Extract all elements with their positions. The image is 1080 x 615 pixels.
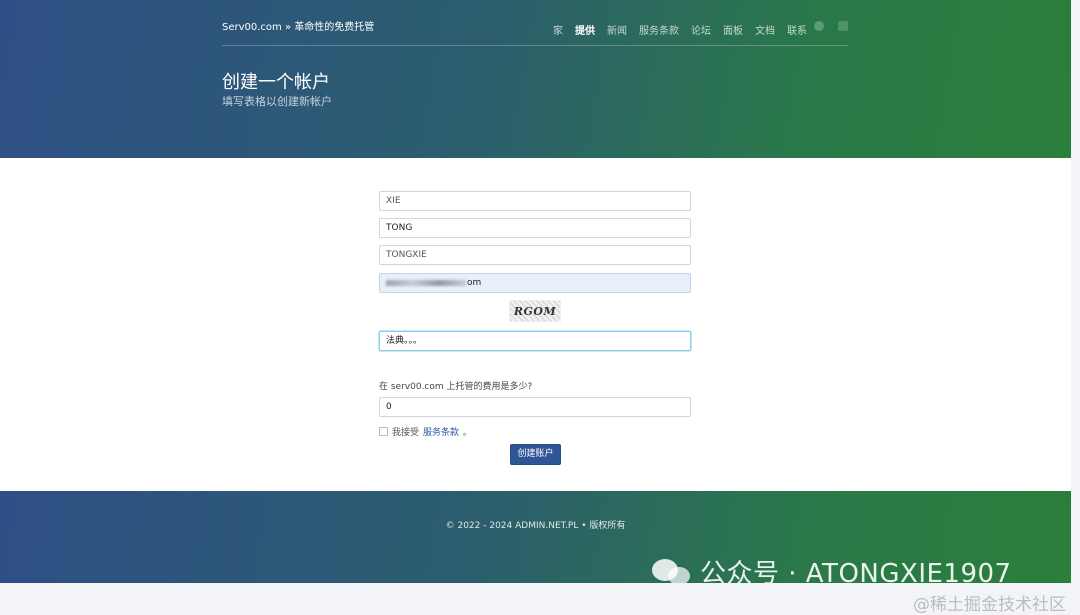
terms-checkbox[interactable] — [379, 427, 388, 436]
nav-item-terms[interactable]: 服务条款 — [639, 22, 679, 37]
last-name-field[interactable]: TONG — [379, 218, 691, 238]
site-brand[interactable]: Serv00.com » 革命性的免费托管 — [222, 18, 374, 33]
security-answer-field[interactable]: 0 — [379, 397, 691, 417]
create-account-button[interactable]: 创建账户 — [510, 444, 561, 465]
nav-item-home[interactable]: 家 — [553, 22, 563, 37]
page-subtitle: 填写表格以创建新帐户 — [222, 95, 332, 108]
facebook-icon[interactable] — [814, 21, 824, 31]
email-suffix: om — [467, 278, 482, 288]
terms-prefix: 我接受 — [392, 428, 420, 438]
captcha-image: RGOM — [509, 300, 561, 322]
wechat-icon — [652, 557, 692, 583]
page-title: 创建一个帐户 — [222, 72, 330, 93]
nav-item-contact[interactable]: 联系 — [787, 22, 807, 37]
header-divider — [222, 45, 848, 46]
terms-suffix: 。 — [463, 428, 473, 438]
username-field[interactable]: TONGXIE — [379, 245, 691, 265]
footer-copyright: © 2022 - 2024 ADMIN.NET.PL • 版权所有 — [445, 521, 626, 531]
redacted-email — [386, 279, 466, 286]
main-nav: 家 提供 新闻 服务条款 论坛 面板 文档 联系 — [553, 22, 819, 37]
juejin-watermark: @稀土掘金技术社区 — [913, 595, 1066, 615]
captcha-input[interactable]: 法典。。。 — [379, 331, 691, 351]
page: Serv00.com » 革命性的免费托管 家 提供 新闻 服务条款 论坛 面板… — [0, 0, 1071, 583]
nav-item-docs[interactable]: 文档 — [755, 22, 775, 37]
wechat-watermark-text: 公众号 · ATONGXIE1907 — [700, 559, 1012, 583]
security-question: 在 serv00.com 上托管的费用是多少? — [379, 382, 533, 392]
nav-item-forum[interactable]: 论坛 — [691, 22, 711, 37]
nav-item-panel[interactable]: 面板 — [723, 22, 743, 37]
first-name-field[interactable]: XIE — [379, 191, 691, 211]
wechat-watermark: 公众号 · ATONGXIE1907 — [652, 553, 1012, 583]
nav-item-offer[interactable]: 提供 — [575, 22, 595, 37]
terms-row: 我接受 服务条款。 — [379, 425, 472, 438]
nav-item-news[interactable]: 新闻 — [607, 22, 627, 37]
email-field[interactable]: om — [379, 273, 691, 293]
header-hero: Serv00.com » 革命性的免费托管 家 提供 新闻 服务条款 论坛 面板… — [0, 0, 1071, 158]
terms-link[interactable]: 服务条款 — [423, 425, 459, 438]
twitter-icon[interactable] — [838, 21, 848, 31]
